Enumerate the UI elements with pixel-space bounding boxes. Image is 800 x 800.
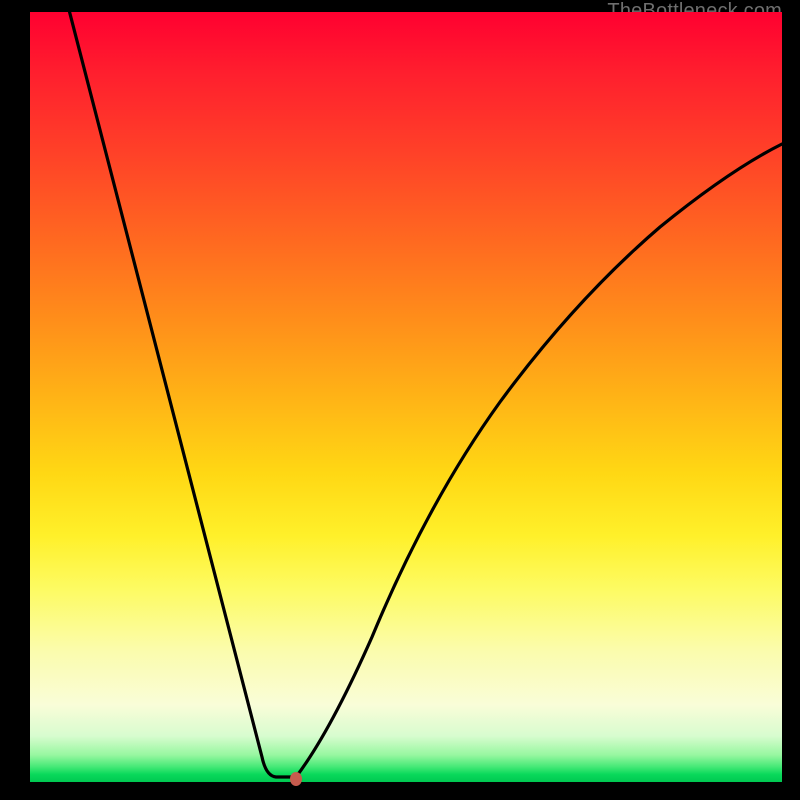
chart-frame: TheBottleneck.com bbox=[0, 0, 800, 800]
bottleneck-curve bbox=[30, 12, 782, 782]
plot-area bbox=[30, 12, 782, 782]
minimum-point-dot bbox=[290, 772, 302, 786]
